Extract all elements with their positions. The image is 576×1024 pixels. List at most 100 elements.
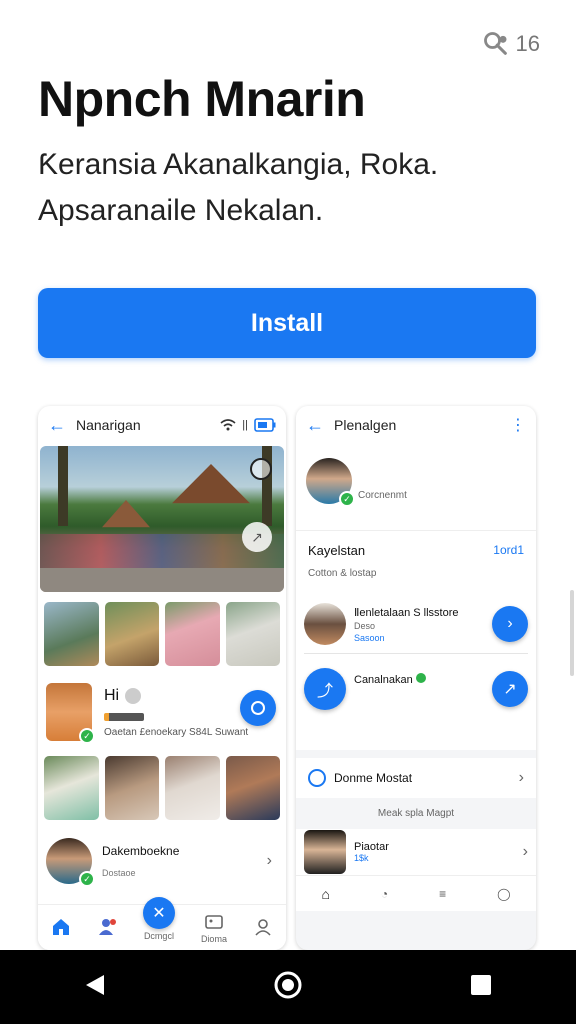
photo-tile[interactable]	[104, 756, 159, 820]
profile-icon[interactable]: ◯	[497, 887, 510, 901]
screenshot-preview-2[interactable]: ← Plenalgen ⋮ ✓ Corcnenmt Kayelstan 1ord…	[296, 406, 536, 950]
back-arrow-icon: ←	[48, 414, 66, 435]
photo-tile[interactable]	[165, 602, 220, 666]
profile-card: ✓ Corcnenmt	[296, 444, 536, 530]
divider	[304, 653, 528, 654]
item-sub: Deso	[354, 620, 376, 631]
photo-tile[interactable]	[104, 602, 159, 666]
status-icons: ||	[220, 418, 276, 432]
section-link[interactable]: 1ord1	[493, 543, 524, 558]
section-header: Kayelstan 1ord1	[296, 531, 536, 558]
note: Meak spla Magpt	[377, 808, 455, 819]
person-name: Piaotar	[354, 841, 389, 853]
nav-profile[interactable]	[253, 917, 273, 939]
scrollbar[interactable]	[570, 590, 574, 676]
info-card: Kayelstan 1ord1 Cotton & lostap Ⅱenletal…	[296, 530, 536, 750]
photo-grid	[38, 592, 286, 666]
photo-tile[interactable]	[225, 602, 280, 666]
person-sub: 1$k	[354, 853, 369, 863]
person-text: Piaotar 1$k	[354, 841, 515, 863]
photo-tile[interactable]	[44, 756, 99, 820]
hut-roof	[102, 500, 150, 528]
search-person-icon	[483, 32, 507, 55]
app-description: Ƙeransia Akanalkangia, Roka. Apsaranaile…	[38, 148, 439, 227]
item-text: Canalnakan	[354, 672, 492, 686]
people-icon	[98, 918, 116, 935]
photo-tile[interactable]	[225, 756, 280, 820]
preview-title: Nanarigan	[76, 417, 141, 433]
chevron-right-icon: ›	[518, 769, 524, 786]
check-icon: ✓	[79, 871, 95, 887]
media-icon	[205, 914, 223, 929]
nav-label: Dcmgcl	[143, 930, 174, 941]
circle-icon	[251, 701, 265, 715]
chevron-right-icon: ›	[266, 852, 272, 869]
bottom-nav: ⌂ ◔ ≡ ◯	[296, 875, 536, 911]
link-icon: ⤴	[304, 668, 346, 710]
home-circle-icon[interactable]	[273, 970, 303, 1005]
check-icon: ✓	[339, 491, 355, 507]
preview-header: ← Nanarigan ||	[38, 406, 286, 444]
person-row[interactable]: Piaotar 1$k ›	[296, 829, 536, 875]
menu-label: Donme Mostat	[334, 771, 413, 785]
circle-action-button[interactable]	[240, 690, 276, 726]
bottom-nav: ✕ Dcmgcl Dioma	[38, 896, 286, 950]
avatar	[304, 830, 346, 874]
preview-header: ← Plenalgen ⋮	[296, 406, 536, 444]
avatar: ✓	[306, 458, 355, 507]
section-title: Kayelstan	[308, 543, 366, 558]
more-vert-icon[interactable]: ⋮	[510, 415, 526, 435]
home-icon[interactable]: ⌂	[321, 886, 329, 902]
contact-name: Dakemboekne	[102, 844, 180, 858]
palm-trunk	[58, 446, 68, 526]
contact-sub: Dostaoe	[102, 868, 136, 878]
back-icon[interactable]	[84, 973, 106, 1002]
profile-caption: Corcnenmt	[358, 490, 407, 501]
item-row[interactable]: ⤴ Canalnakan ↗	[296, 660, 536, 718]
contact-row[interactable]: ✓ Dakemboekne Dostaoe ›	[38, 834, 286, 888]
photo-tile[interactable]	[44, 602, 99, 666]
settings-icon	[308, 769, 326, 787]
road	[40, 568, 284, 592]
record-icon[interactable]	[250, 458, 272, 480]
caption: Oaetan £enoekary S84L Suwant	[104, 726, 249, 738]
chevron-right-icon: ›	[522, 843, 528, 860]
nav-home[interactable]	[51, 917, 71, 939]
photo-grid	[38, 744, 286, 820]
avatar: ✓	[46, 838, 95, 887]
signal-icon: ||	[242, 419, 248, 431]
photo-tile[interactable]	[165, 756, 220, 820]
screenshot-preview-1[interactable]: ← Nanarigan || ↗ ✓ Hi Oaetan £enoekary S…	[38, 406, 286, 950]
create-icon: ✕	[142, 896, 175, 929]
status-chip: 16	[482, 30, 540, 58]
hi-label: Hi	[104, 686, 120, 704]
item-title: Canalnakan	[354, 673, 413, 686]
recents-icon[interactable]	[470, 974, 492, 1001]
greeting-row[interactable]: ✓ Hi Oaetan £enoekary S84L Suwant	[38, 680, 286, 744]
avatar: ✓	[46, 683, 95, 744]
app-title: Npnch Mnarin	[38, 71, 366, 127]
play-icon[interactable]: ↗	[242, 522, 272, 552]
nav-people[interactable]	[97, 917, 117, 939]
install-button[interactable]: Install	[38, 288, 536, 358]
hero-photo[interactable]: ↗	[40, 446, 284, 592]
nav-create[interactable]: ✕ Dcmgcl	[142, 896, 175, 941]
item-row[interactable]: Ⅱenletalaan S llsstore Deso Sasoon ›	[296, 595, 536, 653]
tag-badge-icon	[104, 712, 144, 721]
hut-roof	[172, 464, 250, 504]
chevron-right-button[interactable]: ›	[492, 606, 528, 642]
nav-label: Dioma	[200, 933, 227, 944]
check-icon: ✓	[79, 728, 95, 744]
camera-icon[interactable]: ◔	[381, 887, 388, 901]
edit-button[interactable]: ↗	[492, 671, 528, 707]
menu-row[interactable]: Donme Mostat ›	[296, 758, 536, 798]
item-sub: Sasoon	[354, 632, 385, 643]
menu-icon[interactable]: ≡	[439, 887, 446, 901]
verified-icon	[415, 672, 426, 683]
status-count: 16	[515, 31, 540, 56]
item-title: Ⅱenletalaan S llsstore	[354, 606, 459, 619]
nav-media[interactable]: Dioma	[201, 912, 227, 944]
avatar	[304, 603, 346, 645]
online-dot-icon	[125, 687, 142, 704]
wifi-icon	[220, 419, 236, 431]
